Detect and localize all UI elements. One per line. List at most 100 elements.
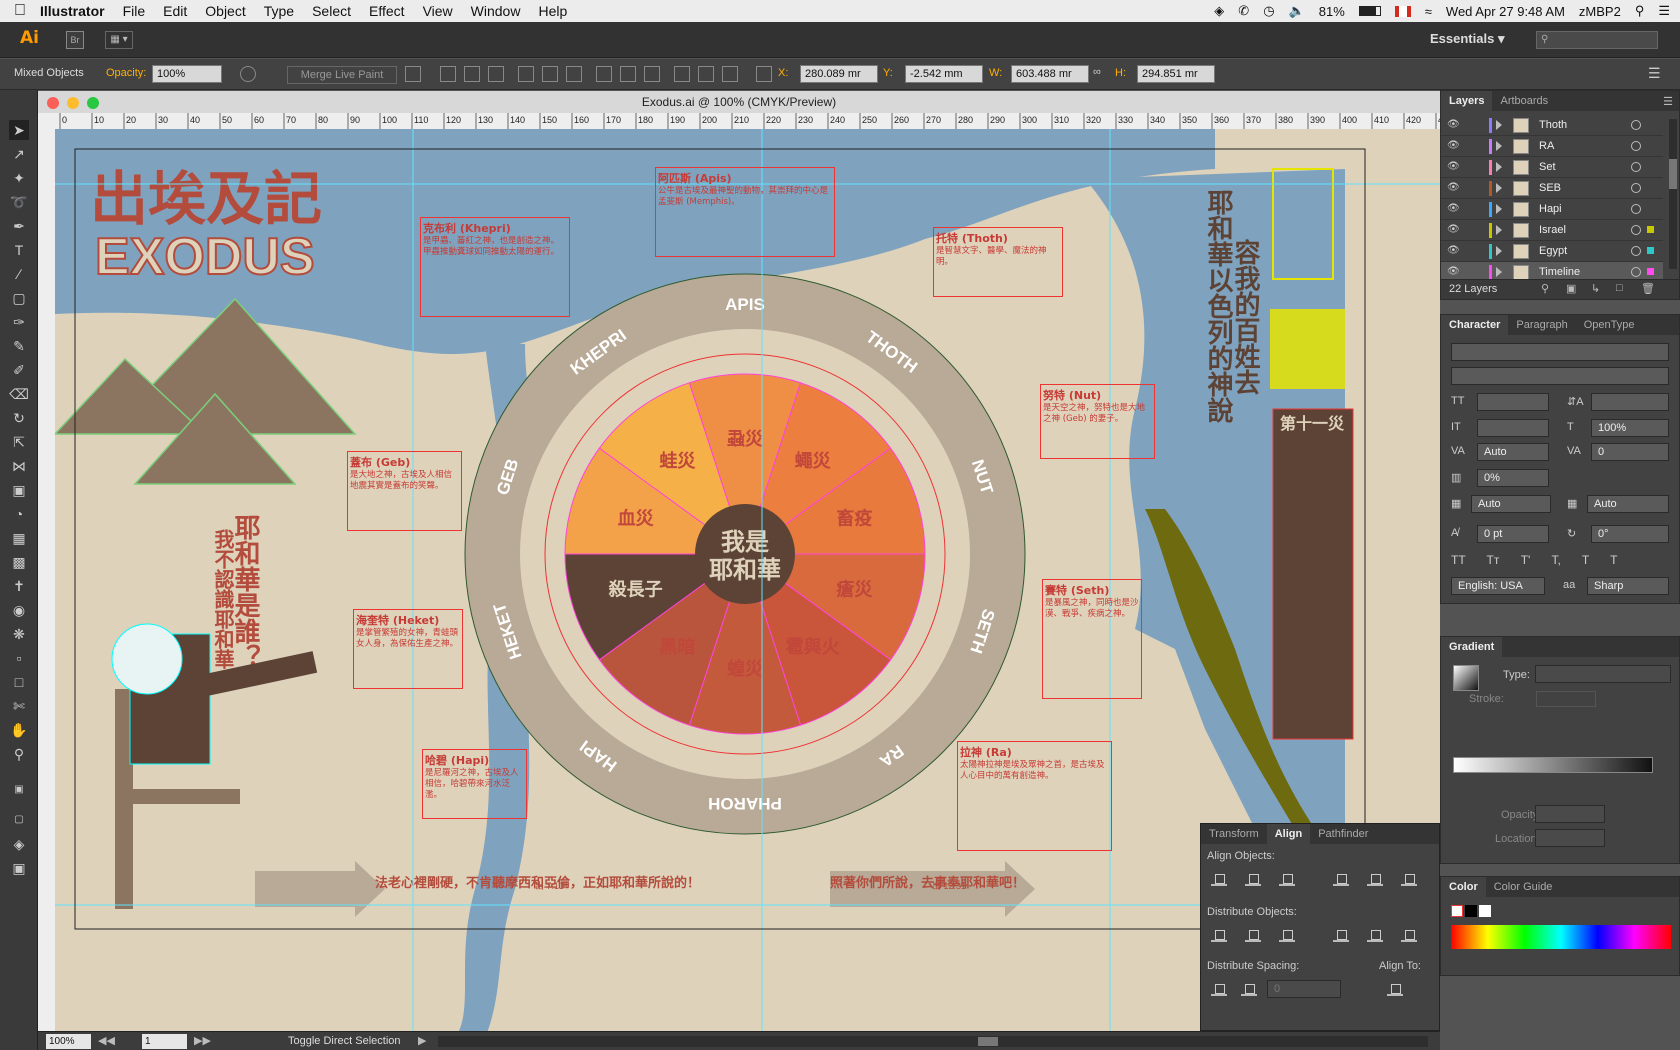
align-vertical-center-icon[interactable] xyxy=(1367,872,1383,886)
visibility-eye-icon[interactable]: 👁 xyxy=(1447,224,1461,236)
column-graph-tool-icon[interactable]: ▫ xyxy=(9,648,29,668)
panel-menu-icon[interactable]: ☰ xyxy=(1663,95,1673,108)
menu-file[interactable]: File xyxy=(123,3,146,19)
menu-effect[interactable]: Effect xyxy=(369,3,405,19)
tab-color[interactable]: Color xyxy=(1441,877,1486,897)
rectangle-tool-icon[interactable]: ▢ xyxy=(9,288,29,308)
anti-alias-select[interactable]: Sharp xyxy=(1587,577,1669,595)
tab-character[interactable]: Character xyxy=(1441,315,1509,335)
merge-live-paint-button[interactable]: Merge Live Paint xyxy=(287,66,397,84)
layer-name[interactable]: Set xyxy=(1539,161,1556,173)
control-panel-menu-icon[interactable]: ☰ xyxy=(1648,65,1661,82)
target-circle-icon[interactable] xyxy=(1631,246,1641,256)
zoom-level-input[interactable]: 100% xyxy=(46,1034,91,1049)
type-tool-icon[interactable]: T xyxy=(9,240,29,260)
tab-color-guide[interactable]: Color Guide xyxy=(1486,881,1561,893)
direct-selection-tool-icon[interactable]: ↗ xyxy=(9,144,29,164)
layer-row[interactable]: 👁 RA xyxy=(1441,136,1663,157)
width-tool-icon[interactable]: ⋈ xyxy=(9,456,29,476)
menu-edit[interactable]: Edit xyxy=(163,3,187,19)
tab-align[interactable]: Align xyxy=(1266,824,1311,844)
expand-triangle-icon[interactable] xyxy=(1496,246,1502,256)
magic-wand-tool-icon[interactable]: ✦ xyxy=(9,168,29,188)
blob-brush-tool-icon[interactable]: ✐ xyxy=(9,360,29,380)
align-top-icon[interactable] xyxy=(518,66,534,82)
scale-tool-icon[interactable]: ⇱ xyxy=(9,432,29,452)
align-top-edge-icon[interactable] xyxy=(1333,872,1349,886)
baseline-shift-input[interactable]: 0 pt xyxy=(1477,525,1549,543)
blend-tool-icon[interactable]: ◉ xyxy=(9,600,29,620)
layer-row[interactable]: 👁 Israel xyxy=(1441,220,1663,241)
clock[interactable]: Wed Apr 27 9:48 AM xyxy=(1446,4,1565,19)
artboard-number-input[interactable]: 1 xyxy=(142,1034,187,1049)
font-style-select[interactable] xyxy=(1451,367,1669,385)
eraser-tool-icon[interactable]: ⌫ xyxy=(9,384,29,404)
align-bottom-edge-icon[interactable] xyxy=(1401,872,1417,886)
align-to-selection-icon[interactable] xyxy=(405,66,421,82)
tab-artboards[interactable]: Artboards xyxy=(1492,95,1556,107)
vertical-ruler[interactable] xyxy=(38,113,55,1040)
distribute-bottom-edge-icon[interactable] xyxy=(1279,928,1295,942)
caption-box[interactable]: 哈碧 (Hapi) 是尼羅河之神，古埃及人相信，哈碧帶來河水泛濫。 xyxy=(422,749,527,819)
h-input[interactable]: 294.851 mr xyxy=(1137,65,1215,83)
eyedropper-tool-icon[interactable]: ✝ xyxy=(9,576,29,596)
visibility-eye-icon[interactable]: 👁 xyxy=(1447,245,1461,257)
distribute-hcenter-icon[interactable] xyxy=(698,66,714,82)
align-vcenter-icon[interactable] xyxy=(542,66,558,82)
color-mode-icon[interactable]: ▢ xyxy=(9,810,29,830)
symbol-sprayer-tool-icon[interactable]: ❋ xyxy=(9,624,29,644)
time-machine-icon[interactable]: ◷ xyxy=(1263,3,1274,19)
input-source-flag-icon[interactable] xyxy=(1394,5,1411,17)
help-search-input[interactable]: ⚲ xyxy=(1536,31,1658,49)
visibility-eye-icon[interactable]: 👁 xyxy=(1447,161,1461,173)
volume-icon[interactable]: 🔈 xyxy=(1289,3,1305,19)
vertical-scale-input[interactable] xyxy=(1477,419,1549,437)
layer-row[interactable]: 👁 Hapi xyxy=(1441,199,1663,220)
dropbox-icon[interactable]: ◈ xyxy=(1214,3,1224,19)
distribute-right-edge-icon[interactable] xyxy=(1401,928,1417,942)
zoom-tool-icon[interactable]: ⚲ xyxy=(9,744,29,764)
x-input[interactable]: 280.089 mr xyxy=(800,65,878,83)
pencil-tool-icon[interactable]: ✎ xyxy=(9,336,29,356)
gradient-slider[interactable] xyxy=(1453,757,1653,773)
slice-tool-icon[interactable]: ✄ xyxy=(9,696,29,716)
wifi-icon[interactable]: ≈ xyxy=(1425,4,1432,19)
menu-window[interactable]: Window xyxy=(471,3,521,19)
tsume-input[interactable]: 0% xyxy=(1477,469,1549,487)
gradient-location-input[interactable] xyxy=(1535,829,1605,847)
layer-name[interactable]: SEB xyxy=(1539,182,1561,194)
distribute-vcenter-icon[interactable] xyxy=(620,66,636,82)
language-select[interactable]: English: USA xyxy=(1451,577,1545,595)
visibility-eye-icon[interactable]: 👁 xyxy=(1447,266,1461,278)
layer-name[interactable]: Timeline xyxy=(1539,266,1580,278)
layers-scroll-thumb[interactable] xyxy=(1669,159,1677,189)
kerning-input[interactable]: Auto xyxy=(1477,443,1549,461)
expand-triangle-icon[interactable] xyxy=(1496,267,1502,277)
spacing-input[interactable]: 0 xyxy=(1267,980,1341,998)
tracking-input[interactable]: 0 xyxy=(1591,443,1669,461)
visibility-eye-icon[interactable]: 👁 xyxy=(1447,140,1461,152)
caption-box[interactable]: 克布利 (Khepri) 是甲蟲、蕃紅之神，也是創造之神。 甲蟲推動糞球如同推動太… xyxy=(420,217,570,317)
constrain-proportions-icon[interactable]: ∞ xyxy=(1093,66,1109,82)
align-bottom-icon[interactable] xyxy=(566,66,582,82)
horizontal-ruler[interactable]: 0 10 20 30 40 50 60 70 80 90 100 110 120 130 140 150 160… xyxy=(55,113,1453,129)
caption-box[interactable]: 努特 (Nut) 是天空之神，努特也是大地之神 (Geb) 的妻子。 xyxy=(1040,384,1155,459)
scroll-thumb[interactable] xyxy=(978,1037,998,1046)
caption-box[interactable]: 托特 (Thoth) 是智慧文字、醫學、魔法的神明。 xyxy=(933,227,1063,297)
gradient-type-select[interactable] xyxy=(1535,665,1671,683)
new-sublayer-icon[interactable]: ↳ xyxy=(1591,282,1600,295)
distribute-right-icon[interactable] xyxy=(722,66,738,82)
selection-tool-icon[interactable]: ➤ xyxy=(9,120,29,140)
align-left-edge-icon[interactable] xyxy=(1211,872,1227,886)
tab-gradient[interactable]: Gradient xyxy=(1441,637,1503,657)
pen-tool-icon[interactable]: ✒ xyxy=(9,216,29,236)
menu-select[interactable]: Select xyxy=(312,3,351,19)
color-spectrum[interactable] xyxy=(1451,925,1671,949)
target-circle-icon[interactable] xyxy=(1631,183,1641,193)
status-menu-icon[interactable]: ▶ xyxy=(418,1034,426,1047)
layer-row[interactable]: 👁 Egypt xyxy=(1441,241,1663,262)
target-circle-icon[interactable] xyxy=(1631,225,1641,235)
target-circle-icon[interactable] xyxy=(1631,141,1641,151)
align-hcenter-icon[interactable] xyxy=(464,66,480,82)
expand-triangle-icon[interactable] xyxy=(1496,183,1502,193)
